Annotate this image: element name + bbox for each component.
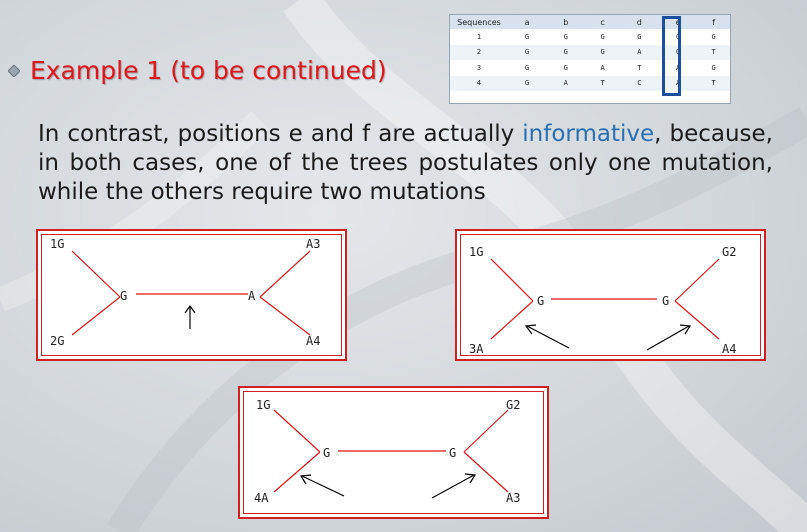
- table-cell: A: [600, 63, 605, 72]
- internal-node-right: G: [662, 294, 669, 308]
- sequence-table: Sequences a b c d e f 1 G G G G G G 2 G: [449, 14, 731, 104]
- table-cell: G: [524, 63, 530, 72]
- tree-diagram-2: 1G 3A G2 A4 G G: [455, 229, 766, 361]
- header-cell: a: [508, 15, 547, 29]
- table-header-row: Sequences a b c d e f: [450, 15, 730, 29]
- internal-node-left: G: [537, 294, 544, 308]
- table-cell: T: [697, 44, 730, 60]
- table-cell: G: [546, 44, 586, 60]
- internal-node-left: G: [323, 446, 330, 460]
- tree-diagram-1: 1G 2G A3 A4 G A: [36, 229, 347, 361]
- leaf-label-bottom-left: 4A: [254, 491, 269, 505]
- tree-diagram-3: 1G 4A G2 A3 G G: [238, 386, 549, 519]
- table-cell: G: [711, 32, 716, 41]
- slide-title: Example 1 (to be continued): [30, 56, 387, 85]
- header-cell: b: [546, 15, 586, 29]
- table-cell: C: [619, 75, 660, 91]
- internal-node-left: G: [120, 289, 127, 303]
- explanation-paragraph: In contrast, positions e and f are actua…: [38, 120, 773, 207]
- leaf-label-top-left: 1G: [50, 237, 64, 251]
- header-cell: f: [697, 15, 730, 29]
- table-row: 4 G A T C A T: [450, 75, 730, 91]
- slide-title-row: Example 1 (to be continued): [8, 56, 387, 85]
- table-cell: G: [563, 63, 568, 72]
- header-cell: Sequences: [450, 15, 508, 29]
- table-cell: G: [600, 32, 605, 41]
- leaf-label-top-right: A3: [306, 237, 320, 251]
- paragraph-text-start: In contrast, positions e and f are actua…: [38, 121, 523, 147]
- highlighted-column-box: [662, 16, 681, 96]
- table-cell: G: [508, 75, 547, 91]
- table-cell: G: [508, 44, 547, 60]
- leaf-label-top-left: 1G: [469, 245, 483, 259]
- leaf-label-bottom-left: 3A: [469, 342, 484, 356]
- table-cell: 3: [476, 63, 482, 72]
- table-cell: A: [619, 44, 660, 60]
- table-cell: T: [585, 75, 620, 91]
- table-cell: 1: [476, 32, 482, 41]
- leaf-label-top-right: G2: [506, 398, 520, 412]
- table-cell: G: [524, 32, 530, 41]
- internal-node-right: G: [449, 446, 456, 460]
- leaf-label-bottom-right: A3: [506, 491, 520, 505]
- table-cell: 2: [450, 44, 508, 60]
- header-cell: d: [619, 15, 660, 29]
- leaf-label-bottom-right: A4: [306, 334, 320, 348]
- leaf-label-bottom-left: 2G: [50, 334, 64, 348]
- table-row: 1 G G G G G G: [450, 29, 730, 45]
- table-cell: A: [546, 75, 586, 91]
- table-row: 3 G G A T A G: [450, 60, 730, 76]
- table-cell: G: [711, 63, 716, 72]
- leaf-label-bottom-right: A4: [722, 342, 736, 356]
- table-cell: G: [637, 32, 642, 41]
- table-cell: 4: [450, 75, 508, 91]
- table-row: 2 G G G A G T: [450, 44, 730, 60]
- header-cell: c: [585, 15, 620, 29]
- table-cell: T: [637, 63, 642, 72]
- leaf-label-top-left: 1G: [256, 398, 270, 412]
- table-cell: G: [563, 32, 568, 41]
- table-cell: G: [585, 44, 620, 60]
- leaf-label-top-right: G2: [722, 245, 736, 259]
- diamond-bullet-icon: [8, 64, 20, 77]
- internal-node-right: A: [248, 289, 256, 303]
- informative-keyword: informative: [522, 121, 655, 147]
- table-cell: T: [697, 75, 730, 91]
